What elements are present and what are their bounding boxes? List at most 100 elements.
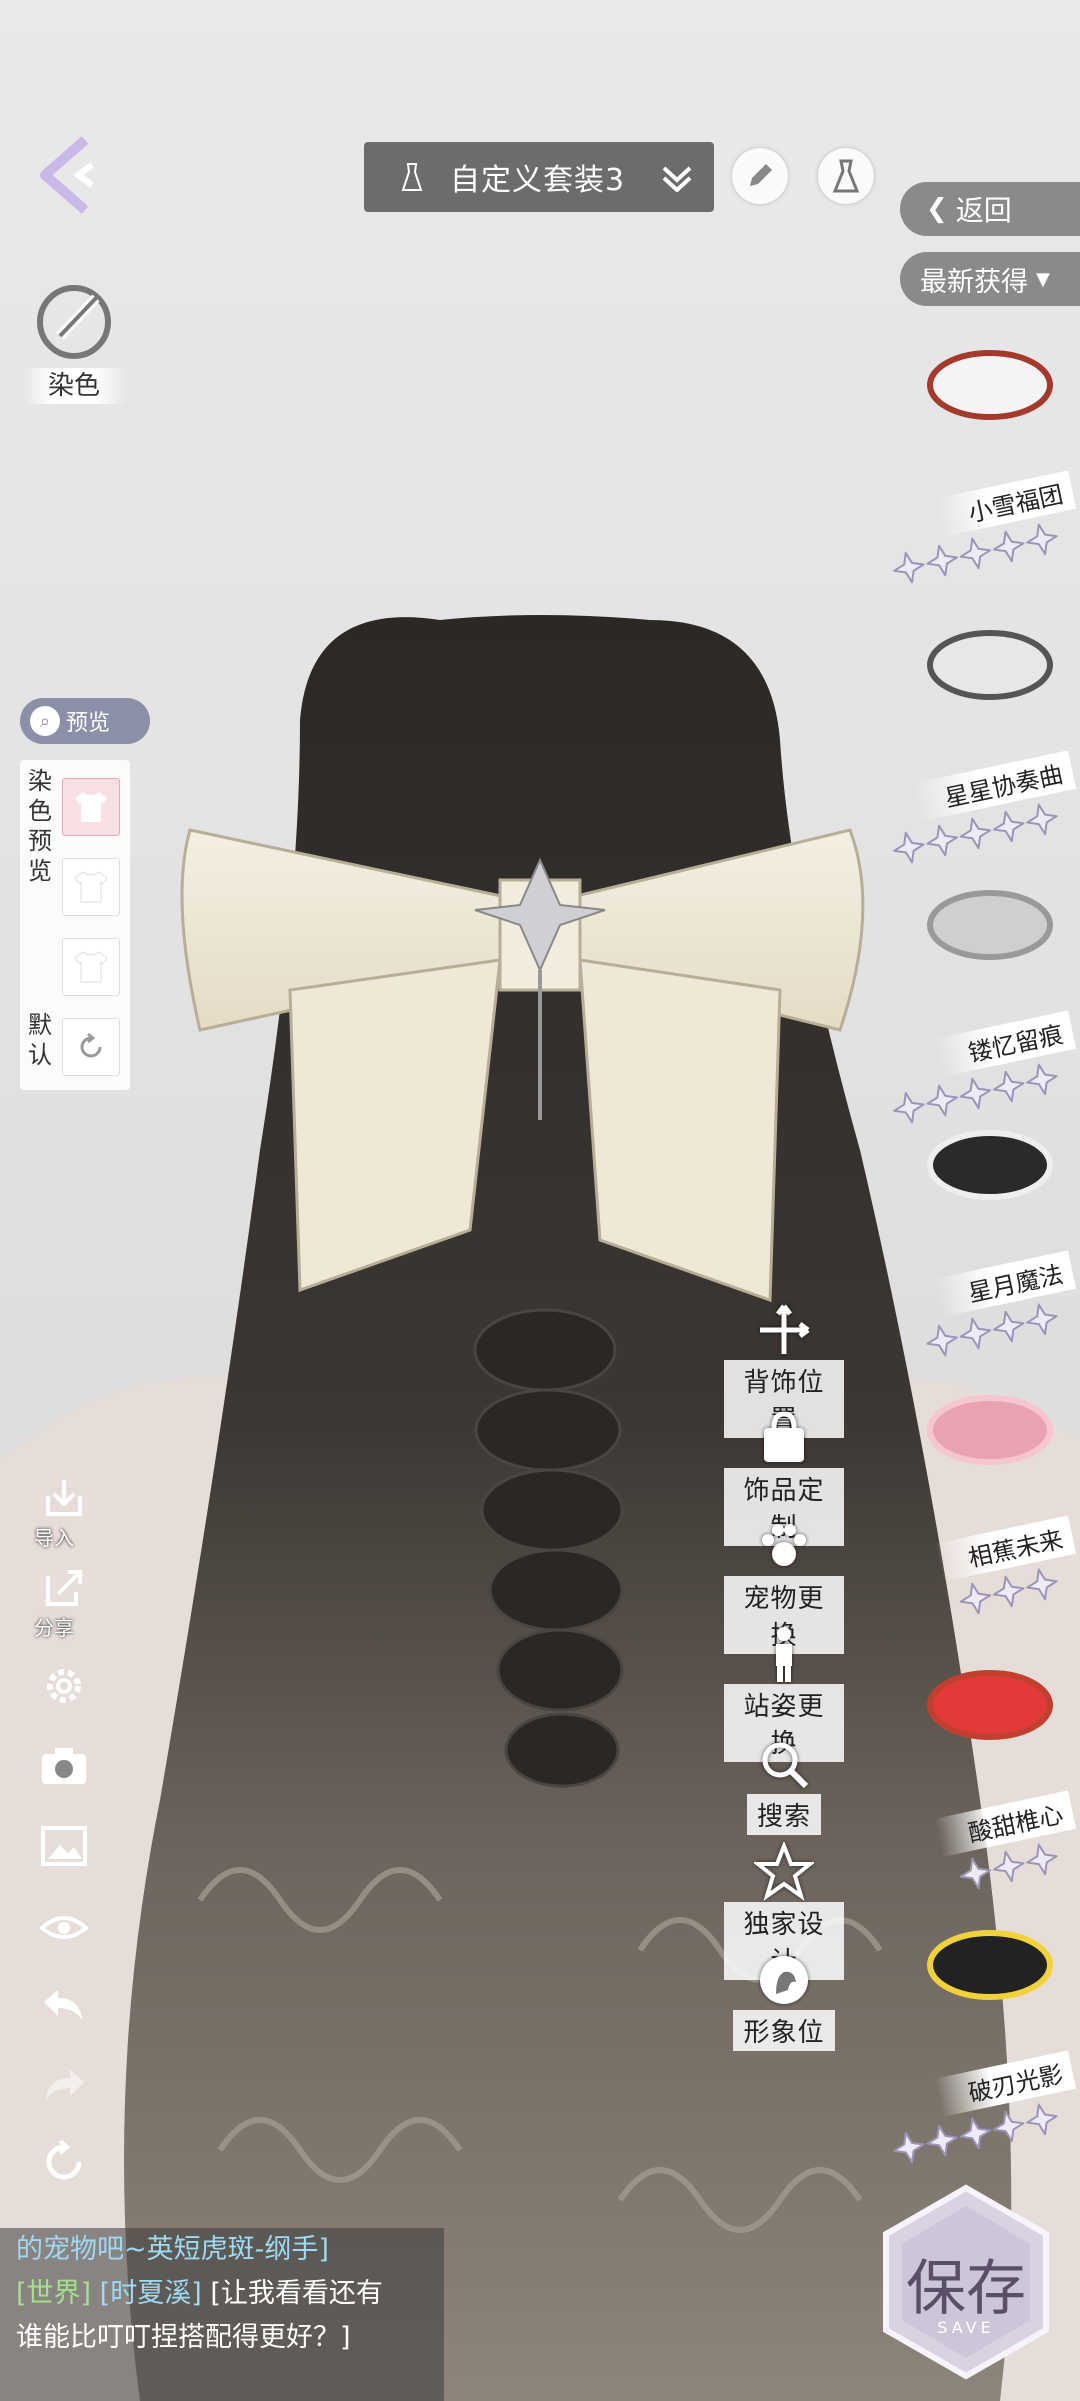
shirt-icon	[75, 792, 107, 822]
reset-default-button[interactable]	[62, 1018, 120, 1076]
return-label: 返回	[955, 194, 1012, 227]
item-thumbnail	[910, 1900, 1070, 2030]
rarity-star-icon	[1024, 2101, 1060, 2137]
function-button[interactable]: 搜索	[724, 1734, 844, 1835]
rarity-star-icon	[957, 535, 993, 572]
visibility-button[interactable]	[36, 1898, 92, 1954]
preview-toggle[interactable]: ⌕ 预览	[20, 698, 150, 744]
pencil-icon	[750, 164, 772, 186]
wardrobe-item[interactable]: 破刃光影	[890, 1900, 1080, 2166]
rarity-star-icon	[991, 1848, 1027, 1884]
rarity-star-icon	[991, 528, 1027, 564]
dress-icon	[832, 159, 860, 193]
dye-brush-icon	[37, 285, 111, 359]
dye-swatch-2[interactable]	[62, 858, 120, 916]
rarity-star-icon	[1024, 801, 1060, 837]
save-label: 保存	[906, 2254, 1026, 2324]
undo-icon	[44, 1990, 82, 2020]
rarity-star-icon	[924, 823, 960, 859]
search-icon	[754, 1734, 814, 1794]
undo-button[interactable]	[36, 1978, 92, 2034]
dye-preview-panel: 染色预览 默认	[20, 760, 130, 1090]
settings-button[interactable]	[36, 1658, 92, 1714]
item-thumbnail	[910, 1365, 1070, 1495]
rarity-star-icon	[991, 808, 1027, 844]
rarity-star-icon	[991, 1573, 1027, 1609]
rotate-icon	[46, 2139, 82, 2180]
rarity-star-icon	[891, 550, 927, 586]
rarity-star-icon	[924, 1323, 960, 1359]
rarity-star-icon	[957, 1580, 993, 1617]
rarity-star-icon	[957, 1315, 993, 1352]
function-label: 形象位	[733, 2010, 835, 2051]
outfit-name: 自定义套装3	[450, 163, 626, 198]
dye-label: 染色	[22, 368, 126, 404]
rarity-star-icon	[991, 1308, 1027, 1344]
move-arrows-icon	[754, 1300, 814, 1360]
caret-down-icon: ▼	[1036, 268, 1050, 290]
sort-label: 最新获得	[920, 266, 1028, 298]
rarity-star-icon	[957, 1855, 993, 1892]
shirt-icon	[74, 951, 108, 983]
star-icon	[754, 1842, 814, 1902]
chevron-down-icon	[662, 166, 692, 192]
wardrobe-item[interactable]: 星星协奏曲	[890, 600, 1080, 866]
chat-message: [让我看看还有	[210, 2278, 383, 2309]
preview-label: 预览	[66, 711, 111, 736]
back-button[interactable]	[30, 130, 110, 220]
dye-swatch-3[interactable]	[62, 938, 120, 996]
gallery-button[interactable]	[36, 1818, 92, 1874]
function-button[interactable]: 形象位	[724, 1950, 844, 2051]
wardrobe-item[interactable]: 镂忆留痕	[890, 860, 1080, 1126]
reset-button[interactable]	[36, 2134, 92, 2190]
rarity-star-icon	[1024, 521, 1060, 557]
chat-line: [世界] [时夏溪] [让我看看还有	[0, 2272, 444, 2316]
rarity-star-icon	[991, 2108, 1027, 2144]
save-button[interactable]: 保存 SAVE	[880, 2184, 1052, 2380]
save-sublabel: SAVE	[937, 2318, 995, 2337]
reset-icon	[80, 1032, 102, 1058]
camera-icon	[42, 1748, 86, 1784]
redo-button[interactable]	[36, 2058, 92, 2114]
chat-sender[interactable]: [时夏溪]	[100, 2278, 202, 2309]
chevron-left-icon	[40, 136, 94, 214]
edit-button[interactable]	[732, 148, 788, 204]
import-button[interactable]	[36, 1470, 92, 1526]
item-thumbnail	[910, 600, 1070, 730]
import-label: 导入	[34, 1526, 74, 1550]
rarity-star-icon	[924, 543, 960, 579]
item-thumbnail	[910, 860, 1070, 990]
camera-button[interactable]	[36, 1738, 92, 1794]
wardrobe-item[interactable]: 星月魔法	[890, 1100, 1080, 1360]
share-label: 分享	[34, 1616, 74, 1640]
search-icon: ⌕	[30, 706, 60, 736]
wardrobe-item[interactable]: 酸甜椎心	[890, 1640, 1080, 1900]
dye-swatch-1[interactable]	[62, 778, 120, 836]
gear-icon	[47, 1669, 81, 1703]
chevron-left-icon: ❮	[926, 194, 948, 224]
profile-icon	[754, 1950, 814, 2010]
outfit-button[interactable]	[818, 148, 874, 204]
wardrobe-item[interactable]: 相蕉未来	[890, 1365, 1080, 1625]
sort-dropdown[interactable]: 最新获得 ▼	[900, 252, 1080, 306]
function-label: 搜索	[746, 1794, 821, 1835]
rarity-star-icon	[1024, 1566, 1060, 1602]
share-button[interactable]	[36, 1560, 92, 1616]
dress-icon	[401, 163, 423, 191]
image-icon	[41, 1826, 87, 1866]
default-label: 默认	[28, 1011, 52, 1069]
dye-button[interactable]	[30, 278, 118, 366]
share-icon	[46, 1570, 82, 1606]
item-thumbnail	[910, 320, 1070, 450]
chat-line: 谁能比叮叮捏搭配得更好？]	[0, 2316, 444, 2360]
redo-icon	[46, 2070, 84, 2100]
paw-icon	[754, 1516, 814, 1576]
chat-message: 谁能比叮叮捏搭配得更好？]	[16, 2322, 351, 2353]
shirt-icon	[74, 871, 108, 903]
rarity-star-icon	[924, 2123, 960, 2159]
return-button[interactable]: ❮ 返回	[900, 182, 1080, 236]
chat-box[interactable]: 的宠物吧~英短虎斑-纲手] [世界] [时夏溪] [让我看看还有 谁能比叮叮捏搭…	[0, 2228, 444, 2401]
outfit-selector[interactable]: 自定义套装3	[364, 142, 714, 212]
rarity-star-icon	[1024, 1301, 1060, 1337]
wardrobe-item[interactable]: 小雪福团	[890, 320, 1080, 586]
